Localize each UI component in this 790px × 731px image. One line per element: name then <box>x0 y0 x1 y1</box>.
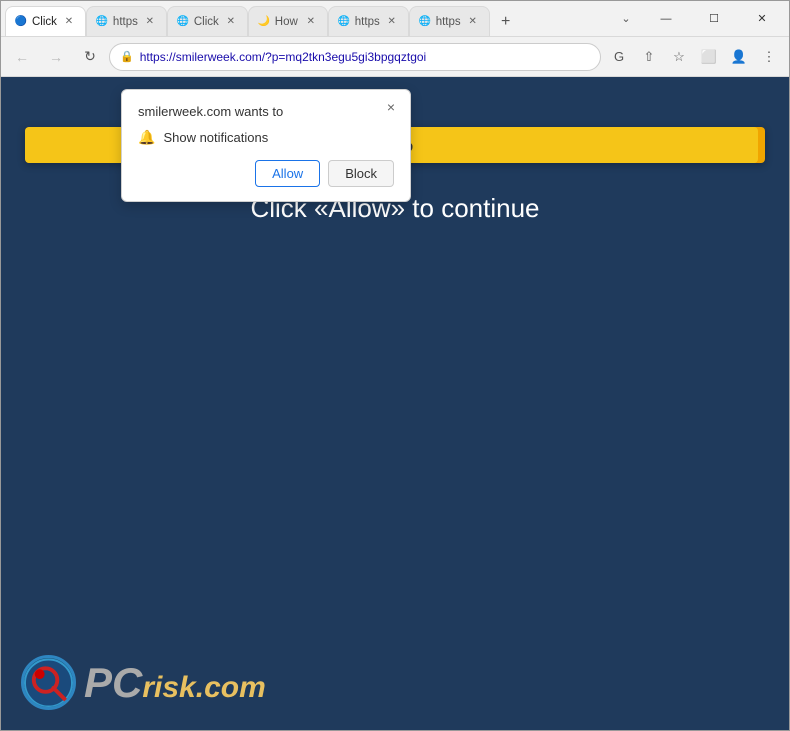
tab-4-icon: 🌙 <box>257 15 271 29</box>
tab-2[interactable]: 🌐 https ✕ <box>86 6 167 36</box>
nav-actions: G ⇧ ☆ ⬜ 👤 ⋮ <box>605 43 783 71</box>
tab-4-close[interactable]: ✕ <box>303 14 319 30</box>
tab-6-close[interactable]: ✕ <box>465 14 481 30</box>
tab-3[interactable]: 🌐 Click ✕ <box>167 6 248 36</box>
tab-5-close[interactable]: ✕ <box>384 14 400 30</box>
logo-area: PCrisk.com <box>21 655 266 710</box>
window-controls: ⌄ — ☐ ✕ <box>611 1 785 37</box>
tab-1[interactable]: 🔵 Click ✕ <box>5 6 86 36</box>
tab-1-icon: 🔵 <box>14 15 28 29</box>
back-button[interactable]: ← <box>7 42 37 72</box>
tab-3-icon: 🌐 <box>176 15 190 29</box>
tab-2-title: https <box>113 16 138 28</box>
popup-item-label: Show notifications <box>163 130 268 145</box>
tab-1-close[interactable]: ✕ <box>61 14 77 30</box>
pcrisk-logo-text: PCrisk.com <box>84 659 266 707</box>
allow-button[interactable]: Allow <box>255 160 320 187</box>
tab-overflow-button[interactable]: ⌄ <box>611 4 641 34</box>
close-button[interactable]: ✕ <box>739 1 785 37</box>
logo-com: .com <box>196 671 266 704</box>
address-bar[interactable]: 🔒 https://smilerweek.com/?p=mq2tkn3egu5g… <box>109 43 601 71</box>
share-icon[interactable]: ⇧ <box>635 43 663 71</box>
minimize-button[interactable]: — <box>643 1 689 37</box>
reload-button[interactable]: ↻ <box>75 42 105 72</box>
bookmark-icon[interactable]: ☆ <box>665 43 693 71</box>
tab-5-icon: 🌐 <box>337 15 351 29</box>
tab-2-icon: 🌐 <box>95 15 109 29</box>
tabs-area: 🔵 Click ✕ 🌐 https ✕ 🌐 Click ✕ 🌙 How ✕ 🌐 <box>5 1 607 36</box>
tab-5-title: https <box>355 16 380 28</box>
tab-1-title: Click <box>32 16 57 28</box>
pcrisk-logo-icon <box>21 655 76 710</box>
forward-button[interactable]: → <box>41 42 71 72</box>
nav-bar: ← → ↻ 🔒 https://smilerweek.com/?p=mq2tkn… <box>1 37 789 77</box>
tab-4-title: How <box>275 16 299 28</box>
block-button[interactable]: Block <box>328 160 394 187</box>
tab-4[interactable]: 🌙 How ✕ <box>248 6 328 36</box>
popup-row: 🔔 Show notifications <box>138 129 394 146</box>
tab-6-title: https <box>436 16 461 28</box>
page-content: × smilerweek.com wants to 🔔 Show notific… <box>1 77 789 730</box>
new-tab-button[interactable]: + <box>492 8 520 36</box>
profile-icon[interactable]: 👤 <box>725 43 753 71</box>
extension-icon[interactable]: ⬜ <box>695 43 723 71</box>
popup-close-button[interactable]: × <box>382 98 400 116</box>
menu-icon[interactable]: ⋮ <box>755 43 783 71</box>
browser-frame: 🔵 Click ✕ 🌐 https ✕ 🌐 Click ✕ 🌙 How ✕ 🌐 <box>1 1 789 730</box>
notification-popup: × smilerweek.com wants to 🔔 Show notific… <box>121 89 411 202</box>
title-bar: 🔵 Click ✕ 🌐 https ✕ 🌐 Click ✕ 🌙 How ✕ 🌐 <box>1 1 789 37</box>
tab-3-close[interactable]: ✕ <box>223 14 239 30</box>
url-text: https://smilerweek.com/?p=mq2tkn3egu5gi3… <box>140 50 590 64</box>
lock-icon: 🔒 <box>120 50 134 63</box>
logo-pc: PC <box>84 659 142 706</box>
popup-buttons: Allow Block <box>138 160 394 187</box>
maximize-button[interactable]: ☐ <box>691 1 737 37</box>
google-apps-icon[interactable]: G <box>605 43 633 71</box>
popup-title: smilerweek.com wants to <box>138 104 378 119</box>
tab-6-icon: 🌐 <box>418 15 432 29</box>
tab-3-title: Click <box>194 16 219 28</box>
tab-5[interactable]: 🌐 https ✕ <box>328 6 409 36</box>
tab-2-close[interactable]: ✕ <box>142 14 158 30</box>
tab-6[interactable]: 🌐 https ✕ <box>409 6 490 36</box>
logo-risk: risk <box>142 671 195 704</box>
bell-icon: 🔔 <box>138 129 155 146</box>
